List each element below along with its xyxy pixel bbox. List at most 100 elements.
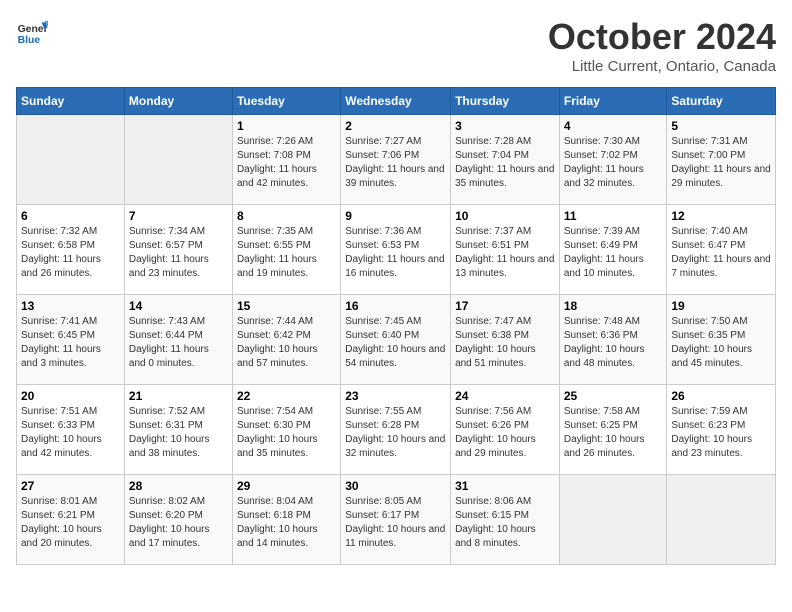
calendar-cell: 1Sunrise: 7:26 AMSunset: 7:08 PMDaylight…	[232, 115, 340, 205]
calendar-cell	[17, 115, 125, 205]
weekday-header-friday: Friday	[559, 88, 667, 115]
day-number: 31	[455, 479, 555, 493]
calendar-cell: 2 Sunrise: 7:27 AMSunset: 7:06 PMDaylight…	[341, 115, 451, 205]
day-number: 6	[21, 209, 120, 223]
calendar-cell: 8 Sunrise: 7:35 AMSunset: 6:55 PMDaylight…	[232, 205, 340, 295]
calendar-cell: 27Sunrise: 8:01 AMSunset: 6:21 PMDayligh…	[17, 475, 125, 565]
weekday-header-sunday: Sunday	[17, 88, 125, 115]
day-number: 23	[345, 389, 446, 403]
day-number: 4	[564, 119, 663, 133]
day-number: 2	[345, 119, 446, 133]
day-number: 30	[345, 479, 446, 493]
day-number: 16	[345, 299, 446, 313]
week-row-3: 13Sunrise: 7:41 AMSunset: 6:45 PMDayligh…	[17, 295, 776, 385]
calendar-cell: 10Sunrise: 7:37 AMSunset: 6:51 PMDayligh…	[451, 205, 560, 295]
day-info: Sunrise: 7:35 AMSunset: 6:55 PMDaylight:…	[237, 225, 336, 281]
calendar-cell: 25 Sunrise: 7:58 AMSunset: 6:25 PMDayligh…	[559, 385, 667, 475]
day-info: Sunrise: 7:54 AMSunset: 6:30 PMDaylight:…	[237, 405, 336, 461]
calendar-cell: 24 Sunrise: 7:56 AMSunset: 6:26 PMDayligh…	[451, 385, 560, 475]
day-info: Sunrise: 7:59 AMSunset: 6:23 PMDaylight:…	[671, 405, 771, 461]
day-info: Sunrise: 7:39 AMSunset: 6:49 PMDaylight:…	[564, 225, 663, 281]
day-number: 24	[455, 389, 555, 403]
logo: General Blue	[16, 16, 48, 48]
day-info: Sunrise: 7:32 AMSunset: 6:58 PMDaylight:…	[21, 225, 120, 281]
day-number: 15	[237, 299, 336, 313]
day-info: Sunrise: 7:43 AMSunset: 6:44 PMDaylight:…	[129, 315, 228, 371]
day-number: 11	[564, 209, 663, 223]
weekday-header-monday: Monday	[124, 88, 232, 115]
day-info: Sunrise: 7:52 AMSunset: 6:31 PMDaylight:…	[129, 405, 228, 461]
day-number: 27	[21, 479, 120, 493]
calendar-table: SundayMondayTuesdayWednesdayThursdayFrid…	[16, 87, 776, 565]
calendar-cell: 5Sunrise: 7:31 AMSunset: 7:00 PMDaylight…	[667, 115, 776, 205]
day-number: 8	[237, 209, 336, 223]
calendar-cell: 6 Sunrise: 7:32 AMSunset: 6:58 PMDaylight…	[17, 205, 125, 295]
calendar-cell: 22 Sunrise: 7:54 AMSunset: 6:30 PMDayligh…	[232, 385, 340, 475]
calendar-cell: 28 Sunrise: 8:02 AMSunset: 6:20 PMDayligh…	[124, 475, 232, 565]
calendar-cell: 13Sunrise: 7:41 AMSunset: 6:45 PMDayligh…	[17, 295, 125, 385]
day-number: 18	[564, 299, 663, 313]
day-info: Sunrise: 8:02 AMSunset: 6:20 PMDaylight:…	[129, 495, 228, 551]
day-number: 1	[237, 119, 336, 133]
day-info: Sunrise: 7:50 AMSunset: 6:35 PMDaylight:…	[671, 315, 771, 371]
weekday-header-row: SundayMondayTuesdayWednesdayThursdayFrid…	[17, 88, 776, 115]
day-number: 17	[455, 299, 555, 313]
day-info: Sunrise: 7:27 AMSunset: 7:06 PMDaylight:…	[345, 135, 446, 191]
calendar-cell: 11 Sunrise: 7:39 AMSunset: 6:49 PMDayligh…	[559, 205, 667, 295]
day-number: 28	[129, 479, 228, 493]
day-info: Sunrise: 7:47 AMSunset: 6:38 PMDaylight:…	[455, 315, 555, 371]
calendar-cell: 26 Sunrise: 7:59 AMSunset: 6:23 PMDayligh…	[667, 385, 776, 475]
calendar-cell: 21 Sunrise: 7:52 AMSunset: 6:31 PMDayligh…	[124, 385, 232, 475]
day-number: 14	[129, 299, 228, 313]
calendar-cell: 14 Sunrise: 7:43 AMSunset: 6:44 PMDayligh…	[124, 295, 232, 385]
day-info: Sunrise: 7:56 AMSunset: 6:26 PMDaylight:…	[455, 405, 555, 461]
day-info: Sunrise: 7:36 AMSunset: 6:53 PMDaylight:…	[345, 225, 446, 281]
weekday-header-tuesday: Tuesday	[232, 88, 340, 115]
day-info: Sunrise: 7:44 AMSunset: 6:42 PMDaylight:…	[237, 315, 336, 371]
title-section: October 2024 Little Current, Ontario, Ca…	[548, 16, 776, 75]
day-number: 20	[21, 389, 120, 403]
day-info: Sunrise: 8:06 AMSunset: 6:15 PMDaylight:…	[455, 495, 555, 551]
calendar-cell	[559, 475, 667, 565]
weekday-header-thursday: Thursday	[451, 88, 560, 115]
calendar-cell: 31 Sunrise: 8:06 AMSunset: 6:15 PMDayligh…	[451, 475, 560, 565]
day-number: 25	[564, 389, 663, 403]
day-info: Sunrise: 7:28 AMSunset: 7:04 PMDaylight:…	[455, 135, 555, 191]
day-number: 10	[455, 209, 555, 223]
logo-icon: General Blue	[16, 16, 48, 48]
week-row-5: 27Sunrise: 8:01 AMSunset: 6:21 PMDayligh…	[17, 475, 776, 565]
day-info: Sunrise: 7:40 AMSunset: 6:47 PMDaylight:…	[671, 225, 771, 281]
month-title: October 2024	[548, 16, 776, 58]
day-info: Sunrise: 7:30 AMSunset: 7:02 PMDaylight:…	[564, 135, 663, 191]
day-info: Sunrise: 7:34 AMSunset: 6:57 PMDaylight:…	[129, 225, 228, 281]
weekday-header-saturday: Saturday	[667, 88, 776, 115]
calendar-cell: 16 Sunrise: 7:45 AMSunset: 6:40 PMDayligh…	[341, 295, 451, 385]
day-info: Sunrise: 7:48 AMSunset: 6:36 PMDaylight:…	[564, 315, 663, 371]
calendar-cell: 19Sunrise: 7:50 AMSunset: 6:35 PMDayligh…	[667, 295, 776, 385]
day-number: 7	[129, 209, 228, 223]
calendar-cell: 15 Sunrise: 7:44 AMSunset: 6:42 PMDayligh…	[232, 295, 340, 385]
day-number: 3	[455, 119, 555, 133]
calendar-cell: 20 Sunrise: 7:51 AMSunset: 6:33 PMDayligh…	[17, 385, 125, 475]
day-number: 12	[671, 209, 771, 223]
day-number: 22	[237, 389, 336, 403]
day-info: Sunrise: 8:04 AMSunset: 6:18 PMDaylight:…	[237, 495, 336, 551]
calendar-cell: 3 Sunrise: 7:28 AMSunset: 7:04 PMDaylight…	[451, 115, 560, 205]
day-number: 29	[237, 479, 336, 493]
day-info: Sunrise: 7:45 AMSunset: 6:40 PMDaylight:…	[345, 315, 446, 371]
location: Little Current, Ontario, Canada	[548, 58, 776, 75]
calendar-cell	[667, 475, 776, 565]
page-header: General Blue October 2024 Little Current…	[16, 16, 776, 75]
calendar-cell: 18 Sunrise: 7:48 AMSunset: 6:36 PMDayligh…	[559, 295, 667, 385]
calendar-cell: 29 Sunrise: 8:04 AMSunset: 6:18 PMDayligh…	[232, 475, 340, 565]
day-info: Sunrise: 7:58 AMSunset: 6:25 PMDaylight:…	[564, 405, 663, 461]
calendar-cell	[124, 115, 232, 205]
day-number: 26	[671, 389, 771, 403]
day-number: 21	[129, 389, 228, 403]
day-info: Sunrise: 7:31 AMSunset: 7:00 PMDaylight:…	[671, 135, 771, 191]
calendar-cell: 12 Sunrise: 7:40 AMSunset: 6:47 PMDayligh…	[667, 205, 776, 295]
day-info: Sunrise: 7:51 AMSunset: 6:33 PMDaylight:…	[21, 405, 120, 461]
svg-text:Blue: Blue	[18, 35, 41, 46]
day-info: Sunrise: 8:05 AMSunset: 6:17 PMDaylight:…	[345, 495, 446, 551]
calendar-cell: 4 Sunrise: 7:30 AMSunset: 7:02 PMDaylight…	[559, 115, 667, 205]
